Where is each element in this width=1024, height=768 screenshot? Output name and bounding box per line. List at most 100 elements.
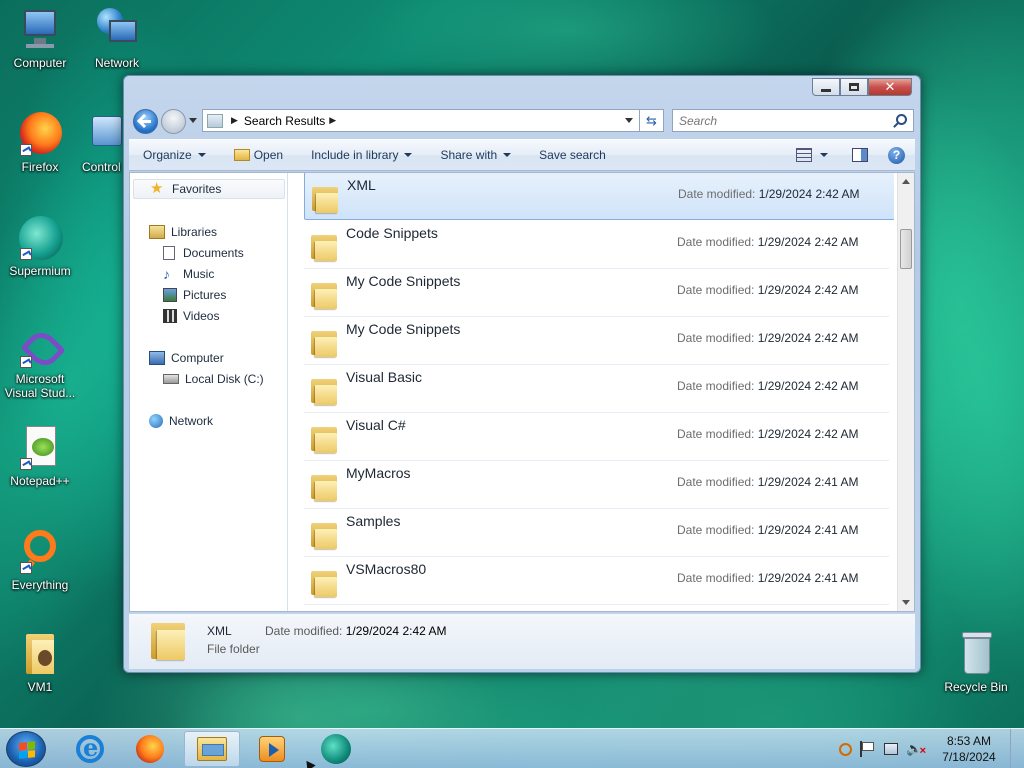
maximize-button[interactable]: [840, 78, 868, 96]
visual-studio-icon: [16, 326, 66, 372]
scroll-down-icon[interactable]: [902, 600, 910, 605]
close-button[interactable]: ✕: [868, 78, 912, 96]
file-row[interactable]: MyMacros Date modified: 1/29/2024 2:41 A…: [304, 461, 889, 509]
desktop-icon-network[interactable]: Network: [77, 6, 157, 70]
search-icon[interactable]: [896, 114, 907, 125]
everything-icon: [16, 528, 64, 576]
nav-item-music[interactable]: ♪ Music: [163, 264, 214, 284]
file-row[interactable]: Samples Date modified: 1/29/2024 2:41 AM: [304, 509, 889, 557]
action-center-flag-icon[interactable]: [860, 741, 876, 757]
date-label: Date modified:: [677, 379, 755, 393]
date-label: Date modified:: [677, 571, 755, 585]
file-row[interactable]: Code Snippets Date modified: 1/29/2024 2…: [304, 221, 889, 269]
include-in-library-button[interactable]: Include in library: [297, 140, 426, 170]
open-button[interactable]: Open: [220, 140, 297, 170]
address-bar[interactable]: ▶ Search Results ▶: [202, 109, 640, 132]
show-desktop-button[interactable]: [1010, 729, 1024, 768]
nav-item-favorites[interactable]: ★ Favorites: [133, 179, 285, 199]
date-value: 1/29/2024 2:42 AM: [758, 187, 860, 201]
file-date: Date modified: 1/29/2024 2:41 AM: [677, 523, 858, 537]
desktop-icon-label: Notepad++: [10, 474, 70, 488]
search-icon[interactable]: [839, 742, 852, 756]
minimize-button[interactable]: [812, 78, 840, 96]
view-options-dropdown[interactable]: [820, 153, 828, 157]
file-name: Visual C#: [346, 417, 406, 433]
desktop-icon-everything[interactable]: Everything: [0, 528, 80, 592]
nav-item-pictures[interactable]: Pictures: [163, 285, 226, 305]
network-status-icon[interactable]: [884, 743, 898, 755]
help-icon[interactable]: ?: [888, 146, 905, 164]
nav-item-documents[interactable]: Documents: [163, 243, 244, 263]
search-box[interactable]: [672, 109, 914, 132]
nav-item-computer[interactable]: Computer: [149, 348, 224, 368]
scrollbar-thumb[interactable]: [900, 229, 912, 269]
nav-item-network[interactable]: Network: [149, 411, 213, 431]
start-button[interactable]: [6, 731, 46, 767]
share-with-button[interactable]: Share with: [426, 140, 525, 170]
file-row[interactable]: My Code Snippets Date modified: 1/29/202…: [304, 269, 889, 317]
address-dropdown-icon[interactable]: [625, 118, 633, 123]
search-folder-icon: [207, 113, 223, 128]
date-value: 1/29/2024 2:42 AM: [757, 283, 859, 297]
taskbar-supermium[interactable]: [308, 731, 364, 767]
save-search-button[interactable]: Save search: [525, 140, 620, 170]
file-date: Date modified: 1/29/2024 2:42 AM: [677, 427, 858, 441]
navigation-pane: ★ Favorites Libraries Documents ♪ Music Pi…: [130, 173, 288, 611]
desktop-icon-visual-studio[interactable]: Microsoft Visual Stud...: [0, 326, 80, 400]
control-panel-icon: [84, 110, 122, 158]
search-input[interactable]: [673, 110, 873, 131]
breadcrumb-separator-icon[interactable]: ▶: [329, 115, 336, 126]
navigation-bar: ▶ Search Results ▶ ⇆: [132, 108, 914, 134]
breadcrumb-separator-icon[interactable]: ▶: [231, 115, 238, 126]
scroll-up-icon[interactable]: [902, 179, 910, 184]
refresh-button[interactable]: ⇆: [640, 109, 664, 132]
desktop-icon-vm1[interactable]: VM1: [0, 630, 80, 694]
forward-button[interactable]: [161, 109, 186, 134]
date-value: 1/29/2024 2:42 AM: [757, 331, 859, 345]
nav-item-local-disk[interactable]: Local Disk (C:): [163, 369, 264, 389]
change-view-icon[interactable]: [796, 148, 812, 162]
nav-item-libraries[interactable]: Libraries: [149, 222, 217, 242]
file-name: Visual Basic: [346, 369, 423, 385]
file-row-partial[interactable]: [304, 605, 889, 611]
clock[interactable]: 8:53 AM 7/18/2024: [932, 733, 1006, 765]
file-name: XML: [347, 177, 376, 193]
hard-disk-icon: [163, 374, 179, 384]
file-row[interactable]: VSMacros80 Date modified: 1/29/2024 2:41…: [304, 557, 889, 605]
folder-icon: [311, 521, 337, 549]
date-value: 1/29/2024 2:42 AM: [757, 427, 859, 441]
breadcrumb-search-results[interactable]: Search Results: [244, 114, 325, 128]
file-name: My Code Snippets: [346, 321, 461, 337]
vertical-scrollbar[interactable]: [897, 173, 914, 611]
desktop-icon-recycle-bin[interactable]: Recycle Bin: [936, 630, 1016, 694]
recent-pages-dropdown[interactable]: [189, 118, 197, 123]
windows-explorer-icon: [197, 737, 227, 761]
nav-item-videos[interactable]: Videos: [163, 306, 219, 326]
computer-icon: [16, 6, 64, 54]
maximize-icon: [849, 83, 859, 91]
preview-pane-icon[interactable]: [852, 148, 868, 162]
file-row[interactable]: XML Date modified: 1/29/2024 2:42 AM: [304, 173, 894, 220]
desktop-icon-notepad-plus-plus[interactable]: Notepad++: [0, 424, 80, 488]
explorer-window: ✕ ▶ Search Results ▶ ⇆ Organize Open Inc…: [123, 75, 921, 673]
taskbar-media-player[interactable]: [244, 731, 300, 767]
taskbar-windows-explorer[interactable]: [184, 731, 240, 767]
firefox-icon: [16, 110, 64, 158]
back-button[interactable]: [133, 109, 158, 134]
volume-muted-icon[interactable]: 🔈: [906, 741, 926, 759]
desktop-icon-supermium[interactable]: Supermium: [0, 214, 80, 278]
desktop-icon-computer[interactable]: Computer: [0, 6, 80, 70]
date-value: 1/29/2024 2:42 AM: [757, 379, 859, 393]
desktop-icon-label: Microsoft Visual Stud...: [4, 372, 76, 400]
firefox-icon: [136, 735, 164, 763]
windows-logo-icon: [19, 741, 35, 759]
file-row[interactable]: Visual C# Date modified: 1/29/2024 2:42 …: [304, 413, 889, 461]
file-row[interactable]: My Code Snippets Date modified: 1/29/202…: [304, 317, 889, 365]
desktop-icon-control[interactable]: Control: [62, 110, 122, 174]
organize-button[interactable]: Organize: [129, 140, 220, 170]
taskbar-firefox[interactable]: [122, 731, 178, 767]
taskbar-internet-explorer[interactable]: [62, 731, 118, 767]
organize-label: Organize: [143, 148, 192, 162]
file-row[interactable]: Visual Basic Date modified: 1/29/2024 2:…: [304, 365, 889, 413]
clock-time: 8:53 AM: [946, 734, 992, 748]
